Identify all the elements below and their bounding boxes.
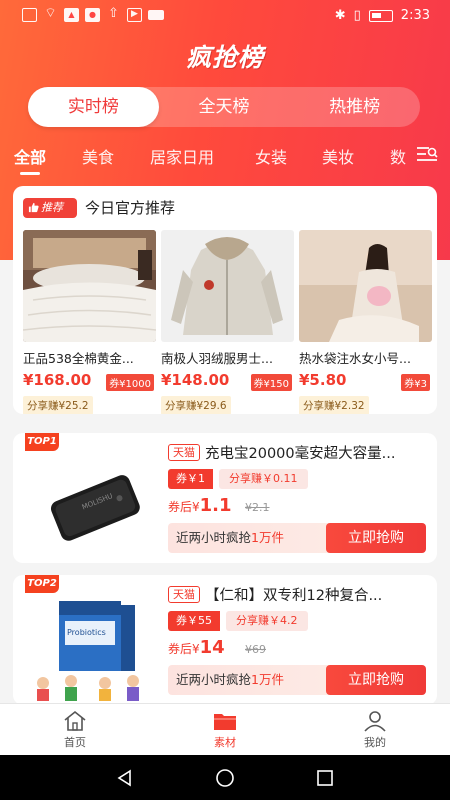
product-coupon: 券¥150 bbox=[250, 374, 292, 391]
after-coupon-label: 券后¥ bbox=[168, 500, 200, 514]
category-digital[interactable]: 数 bbox=[390, 144, 406, 168]
sales-text: 近两小时疯抢1万件 bbox=[176, 665, 284, 695]
status-bar: ⌔ ▲ ● ⇧ ▶ ✱ ▯ 2:33 bbox=[0, 0, 450, 32]
after-coupon-price: 券后¥1.1 bbox=[168, 495, 232, 516]
segment-hot-recommend[interactable]: 热推榜 bbox=[289, 87, 420, 127]
coupon-info: 券￥1 分享赚￥0.11 bbox=[168, 469, 308, 489]
back-icon[interactable] bbox=[115, 768, 135, 788]
buy-now-button[interactable]: 立即抢购 bbox=[326, 523, 426, 553]
category-food[interactable]: 美食 bbox=[82, 144, 114, 168]
product-price: ¥148.00 bbox=[161, 371, 230, 389]
product-name: 南极人羽绒服男士... bbox=[161, 351, 273, 366]
play-icon: ▶ bbox=[127, 8, 142, 22]
bluetooth-icon: ✱ bbox=[334, 8, 346, 23]
category-womens-wear[interactable]: 女装 bbox=[255, 144, 287, 168]
category-menu-icon[interactable] bbox=[416, 145, 438, 163]
product-image-hot-water-bag bbox=[299, 230, 432, 342]
wifi-icon: ⌔ bbox=[44, 6, 57, 21]
category-all[interactable]: 全部 bbox=[14, 144, 46, 175]
battery-icon bbox=[368, 9, 393, 22]
tab-mine-label: 我的 bbox=[364, 736, 386, 749]
notification-icon: ▲ bbox=[64, 8, 79, 22]
rank-badge: TOP2 bbox=[25, 575, 59, 593]
sales-bar: 近两小时疯抢1万件 立即抢购 bbox=[168, 523, 426, 553]
coupon-info: 券￥55 分享赚￥4.2 bbox=[168, 611, 308, 631]
app-notification-icon: ● bbox=[85, 8, 100, 22]
product-title: 充电宝20000毫安超大容量... bbox=[205, 446, 396, 462]
home-icon bbox=[64, 710, 86, 731]
vibrate-icon: ▯ bbox=[353, 8, 361, 23]
message-icon bbox=[148, 10, 164, 20]
buy-now-button[interactable]: 立即抢购 bbox=[326, 665, 426, 695]
sales-count: 1万件 bbox=[251, 672, 284, 687]
tab-home-label: 首页 bbox=[64, 736, 86, 749]
share-earn: 分享赚￥0.11 bbox=[219, 469, 308, 489]
app-title: 疯抢榜 bbox=[185, 43, 264, 72]
product-image-duvet bbox=[23, 230, 156, 342]
probiotics-brand-text: Probiotics bbox=[67, 628, 106, 637]
after-coupon-label: 券后¥ bbox=[168, 642, 200, 656]
status-right-icons: ✱ ▯ 2:33 bbox=[335, 8, 430, 23]
after-coupon-value: 1.1 bbox=[199, 495, 232, 516]
status-time: 2:33 bbox=[400, 8, 430, 23]
product-coupon: 券¥3 bbox=[401, 374, 430, 391]
recommend-product-3[interactable]: 热水袋注水女小号... ¥5.80 券¥3 分享赚¥2.32 bbox=[299, 230, 432, 414]
recommend-badge-label: 推荐 bbox=[41, 201, 63, 214]
category-household[interactable]: 居家日用 bbox=[150, 144, 214, 168]
status-left-icons: ⌔ ▲ ● ⇧ ▶ bbox=[22, 6, 164, 22]
product-image-probiotics: Probiotics bbox=[25, 579, 165, 701]
tab-materials[interactable]: 素材 bbox=[185, 710, 265, 750]
segment-realtime[interactable]: 实时榜 bbox=[28, 87, 159, 127]
recommend-product-2[interactable]: 南极人羽绒服男士... ¥148.00 券¥150 分享赚¥29.6 bbox=[161, 230, 294, 414]
product-name: 热水袋注水女小号... bbox=[299, 351, 411, 366]
after-coupon-value: 14 bbox=[199, 637, 225, 658]
tab-home[interactable]: 首页 bbox=[35, 710, 115, 750]
product-image-down-jacket bbox=[161, 230, 294, 342]
rank-badge: TOP1 bbox=[25, 433, 59, 451]
folder-icon bbox=[214, 714, 236, 730]
sales-bar: 近两小时疯抢1万件 立即抢购 bbox=[168, 665, 426, 695]
sales-text: 近两小时疯抢1万件 bbox=[176, 523, 284, 553]
tab-mine[interactable]: 我的 bbox=[335, 710, 415, 750]
recommend-badge: 推荐 bbox=[23, 198, 77, 218]
tab-materials-label: 素材 bbox=[214, 736, 236, 749]
product-title: 【仁和】双专利12种复合... bbox=[205, 588, 383, 604]
thumbs-up-icon bbox=[28, 202, 39, 213]
recommend-title: 今日官方推荐 bbox=[85, 199, 176, 217]
sales-prefix: 近两小时疯抢 bbox=[176, 672, 252, 687]
bottom-tab-bar: 首页 素材 我的 bbox=[0, 703, 450, 755]
product-image-power-bank: MOLISHU bbox=[25, 437, 165, 559]
tmall-badge: 天猫 bbox=[168, 444, 200, 461]
ranking-segmented-control: 实时榜 全天榜 热推榜 bbox=[28, 87, 420, 127]
product-price: ¥5.80 bbox=[299, 371, 347, 389]
tmall-badge: 天猫 bbox=[168, 586, 200, 603]
ranking-item-2[interactable]: TOP2 Probiotics 天猫 【仁和】双专利12种复合... 券￥55 … bbox=[13, 575, 437, 705]
product-coupon: 券¥1000 bbox=[106, 374, 154, 391]
category-tabs: 全部 美食 居家日用 女装 美妆 数 bbox=[0, 140, 450, 175]
sales-count: 1万件 bbox=[251, 530, 284, 545]
home-circle-icon[interactable] bbox=[215, 768, 235, 788]
segment-all-day[interactable]: 全天榜 bbox=[159, 87, 290, 127]
product-price: ¥168.00 bbox=[23, 371, 92, 389]
after-coupon-price: 券后¥14 bbox=[168, 637, 225, 658]
sim-icon bbox=[22, 8, 37, 22]
product-share-earn: 分享赚¥29.6 bbox=[161, 396, 231, 414]
recents-icon[interactable] bbox=[315, 768, 335, 788]
product-share-earn: 分享赚¥25.2 bbox=[23, 396, 93, 414]
share-earn: 分享赚￥4.2 bbox=[226, 611, 308, 631]
product-name: 正品538全棉黄金... bbox=[23, 351, 134, 366]
category-beauty[interactable]: 美妆 bbox=[322, 144, 354, 168]
upload-icon: ⇧ bbox=[108, 6, 119, 21]
sales-prefix: 近两小时疯抢 bbox=[176, 530, 252, 545]
system-navigation-bar bbox=[0, 755, 450, 800]
user-icon bbox=[364, 711, 386, 732]
coupon-value: 券￥1 bbox=[168, 469, 213, 489]
recommend-product-1[interactable]: 正品538全棉黄金... ¥168.00 券¥1000 分享赚¥25.2 bbox=[23, 230, 156, 414]
original-price: ¥69 bbox=[245, 643, 266, 656]
official-recommend-card: 推荐 今日官方推荐 正品538全棉黄金... ¥168.00 券¥1000 分享… bbox=[13, 186, 437, 414]
ranking-item-1[interactable]: TOP1 MOLISHU 天猫 充电宝20000毫安超大容量... 券￥1 分享… bbox=[13, 433, 437, 563]
product-share-earn: 分享赚¥2.32 bbox=[299, 396, 369, 414]
original-price: ¥2.1 bbox=[245, 501, 270, 514]
coupon-value: 券￥55 bbox=[168, 611, 220, 631]
